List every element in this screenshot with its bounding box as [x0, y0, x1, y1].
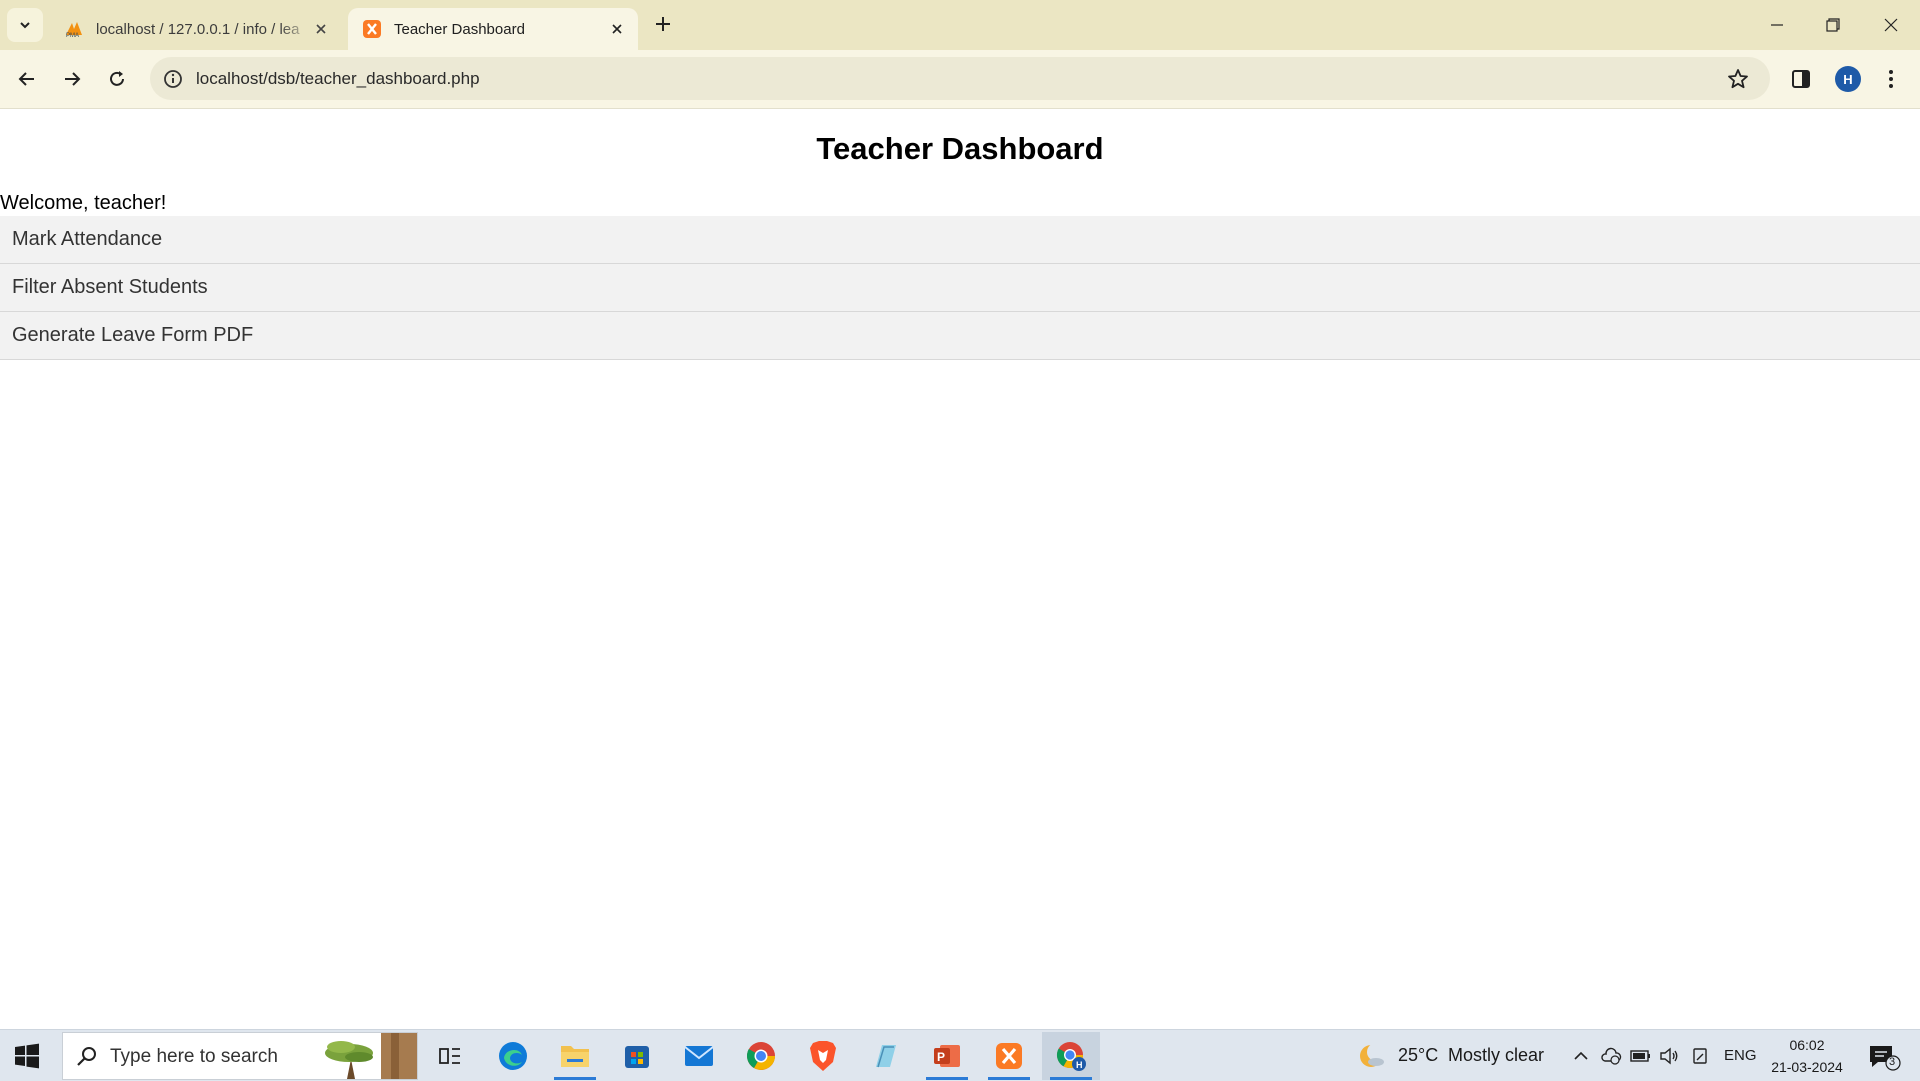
- tab-search-button[interactable]: [7, 8, 43, 42]
- input-language[interactable]: ENG: [1724, 1047, 1757, 1064]
- url-text[interactable]: localhost/dsb/teacher_dashboard.php: [196, 69, 480, 89]
- clock-time: 06:02: [1789, 1037, 1825, 1053]
- task-view-icon: [439, 1048, 460, 1064]
- svg-text:PMA: PMA: [66, 33, 79, 39]
- bookmark-star-icon[interactable]: [1726, 67, 1750, 91]
- arrow-right-icon: [65, 72, 81, 86]
- new-tab-plus-icon[interactable]: [652, 13, 674, 35]
- notification-count: 3: [1889, 1056, 1896, 1068]
- reload-button[interactable]: [102, 64, 132, 94]
- page-title: Teacher Dashboard: [816, 131, 1104, 166]
- notification-center-button[interactable]: 3: [1866, 1042, 1902, 1072]
- search-highlight-tree-illustration: [325, 1033, 417, 1079]
- touch-keyboard-button[interactable]: [1690, 1045, 1712, 1067]
- speaker-icon: [1660, 1047, 1678, 1065]
- store-icon: [625, 1046, 649, 1068]
- close-icon[interactable]: [608, 20, 626, 38]
- tab-title: localhost / 127.0.0.1 / info / lea: [96, 20, 300, 38]
- pen-device-icon: [1693, 1048, 1707, 1064]
- battery-status[interactable]: [1630, 1045, 1652, 1067]
- edge-icon: [499, 1042, 527, 1070]
- weather-temperature[interactable]: 25°C: [1398, 1045, 1438, 1066]
- mail-icon: [684, 1046, 714, 1066]
- dashboard-menu: Mark Attendance Filter Absent Students G…: [0, 216, 1920, 360]
- taskbar-mail[interactable]: [670, 1032, 728, 1080]
- notification-icon: [1870, 1046, 1901, 1071]
- volume-control[interactable]: [1658, 1045, 1680, 1067]
- tab-phpmyadmin[interactable]: PMA localhost / 127.0.0.1 / info / lea: [50, 8, 342, 50]
- taskbar-file-explorer[interactable]: [546, 1032, 604, 1080]
- network-status[interactable]: [1600, 1045, 1622, 1067]
- reload-icon: [110, 71, 124, 86]
- close-window-button[interactable]: [1878, 12, 1904, 38]
- xampp-icon: [996, 1043, 1022, 1069]
- xampp-icon: [363, 20, 381, 38]
- powerpoint-icon: P: [934, 1045, 960, 1067]
- search-placeholder: Type here to search: [110, 1046, 278, 1067]
- taskbar-clock[interactable]: 06:02 21-03-2024: [1762, 1034, 1852, 1078]
- taskbar-notepad[interactable]: [856, 1032, 914, 1080]
- mark-attendance-link[interactable]: Mark Attendance: [12, 228, 162, 251]
- weather-condition[interactable]: Mostly clear: [1448, 1045, 1544, 1066]
- page-content: Teacher Dashboard Welcome, teacher! Mark…: [0, 109, 1920, 1029]
- welcome-message: Welcome, teacher!: [0, 192, 167, 214]
- taskbar-powerpoint[interactable]: P: [918, 1032, 976, 1080]
- battery-icon: [1630, 1050, 1650, 1062]
- taskbar-edge[interactable]: [484, 1032, 542, 1080]
- taskbar-chrome-profile[interactable]: H: [1042, 1032, 1100, 1080]
- windows-taskbar: Type here to search P H 25°C Mostly clea…: [0, 1029, 1920, 1081]
- search-icon: [77, 1047, 96, 1066]
- side-panel-icon: [1792, 70, 1810, 88]
- minimize-button[interactable]: [1764, 12, 1790, 38]
- menu-item-mark-attendance[interactable]: Mark Attendance: [0, 216, 1920, 264]
- back-button[interactable]: [12, 64, 42, 94]
- site-info-icon[interactable]: [162, 68, 184, 90]
- phpmyadmin-icon: PMA: [66, 22, 82, 39]
- browser-toolbar: localhost/dsb/teacher_dashboard.php: [0, 50, 1920, 109]
- windows-start-icon[interactable]: [14, 1043, 40, 1069]
- taskbar-microsoft-store[interactable]: [608, 1032, 666, 1080]
- browser-tab-bar: PMA localhost / 127.0.0.1 / info / lea T…: [0, 0, 1920, 50]
- profile-avatar[interactable]: H: [1835, 66, 1861, 92]
- tab-teacher-dashboard[interactable]: Teacher Dashboard: [348, 8, 638, 50]
- more-vertical-icon: [1889, 70, 1893, 88]
- chevron-up-icon: [1574, 1051, 1588, 1060]
- menu-item-generate-leave-form[interactable]: Generate Leave Form PDF: [0, 312, 1920, 360]
- weather-moon-icon[interactable]: [1356, 1041, 1386, 1071]
- taskbar-brave[interactable]: [794, 1032, 852, 1080]
- chrome-icon: [746, 1042, 775, 1070]
- side-panel-button[interactable]: [1787, 65, 1815, 93]
- restore-button[interactable]: [1820, 12, 1846, 38]
- filter-absent-students-link[interactable]: Filter Absent Students: [12, 276, 208, 299]
- task-view-button[interactable]: [421, 1032, 479, 1080]
- notepad-icon: [876, 1045, 896, 1068]
- show-hidden-icons-button[interactable]: [1570, 1045, 1592, 1067]
- generate-leave-form-pdf-link[interactable]: Generate Leave Form PDF: [12, 324, 253, 347]
- forward-button[interactable]: [57, 64, 87, 94]
- address-bar[interactable]: localhost/dsb/teacher_dashboard.php: [150, 57, 1770, 100]
- browser-menu-button[interactable]: [1877, 65, 1905, 93]
- svg-text:P: P: [937, 1050, 945, 1064]
- svg-text:H: H: [1076, 1060, 1083, 1070]
- arrow-left-icon: [18, 72, 34, 86]
- close-icon[interactable]: [312, 20, 330, 38]
- network-cloud-icon: [1601, 1047, 1622, 1065]
- menu-item-filter-absent-students[interactable]: Filter Absent Students: [0, 264, 1920, 312]
- brave-lion-icon: [810, 1041, 836, 1071]
- taskbar-search[interactable]: Type here to search: [62, 1032, 418, 1080]
- clock-date: 21-03-2024: [1771, 1059, 1843, 1075]
- taskbar-chrome[interactable]: [732, 1032, 790, 1080]
- taskbar-xampp[interactable]: [980, 1032, 1038, 1080]
- chrome-profile-icon: H: [1056, 1042, 1086, 1071]
- folder-icon: [561, 1046, 589, 1067]
- tab-title: Teacher Dashboard: [394, 20, 525, 38]
- chevron-down-icon: [20, 22, 30, 29]
